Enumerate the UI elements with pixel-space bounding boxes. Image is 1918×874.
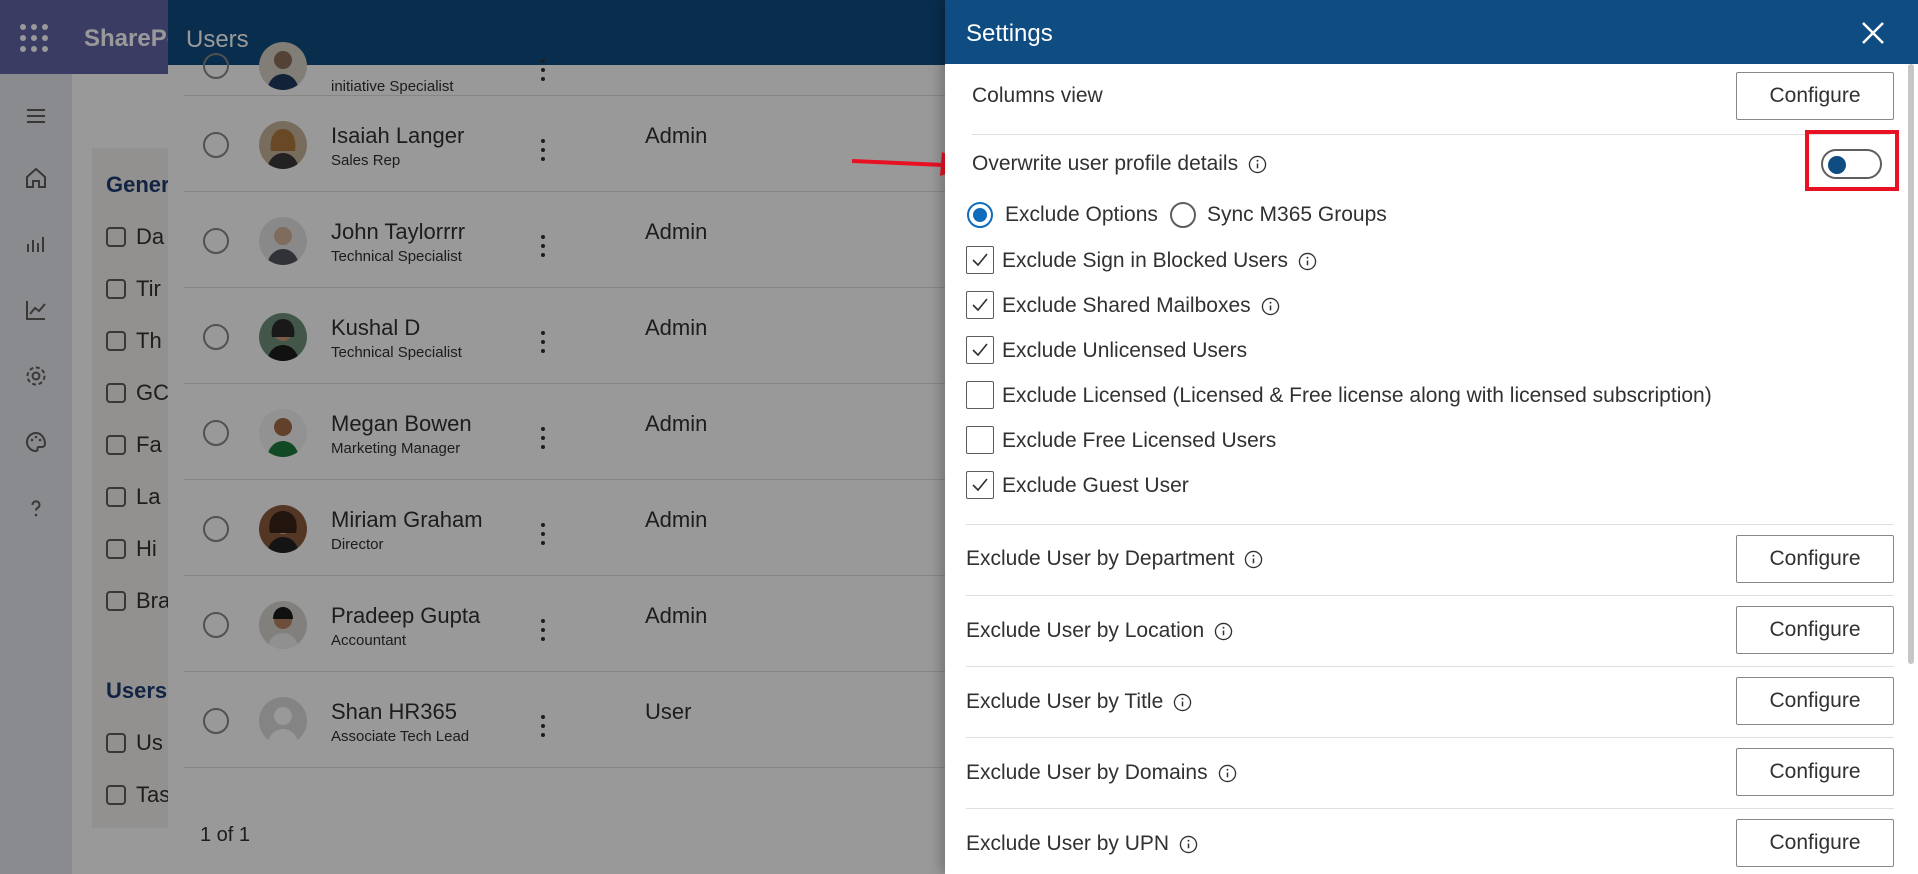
- exclude-shared-mailboxes-checkbox[interactable]: [966, 291, 994, 319]
- exclude-by-department-label: Exclude User by Department: [966, 547, 1235, 570]
- exclude-shared-mailboxes-row: Exclude Shared Mailboxes: [1002, 294, 1280, 318]
- exclude-sign-in-blocked-row: Exclude Sign in Blocked Users: [1002, 249, 1317, 273]
- exclude-by-location-configure-button[interactable]: Configure: [1736, 606, 1894, 654]
- toggle-knob: [1828, 156, 1846, 174]
- exclude-by-location-row: Exclude User by Location: [966, 619, 1233, 643]
- overwrite-profile-label: Overwrite user profile details: [972, 152, 1239, 175]
- exclude-options-radio[interactable]: [967, 202, 993, 228]
- info-icon[interactable]: [1248, 155, 1267, 174]
- settings-title: Settings: [966, 20, 1053, 47]
- checkmark-icon: [972, 253, 988, 267]
- divider: [966, 524, 1894, 525]
- info-icon[interactable]: [1261, 297, 1280, 316]
- divider: [972, 134, 1890, 135]
- sync-m365-groups-radio[interactable]: [1170, 202, 1196, 228]
- checkmark-icon: [972, 478, 988, 492]
- exclude-by-upn-row: Exclude User by UPN: [966, 832, 1198, 856]
- settings-scrollbar[interactable]: [1908, 64, 1914, 664]
- info-icon[interactable]: [1218, 764, 1237, 783]
- exclude-by-domains-row: Exclude User by Domains: [966, 761, 1237, 785]
- info-icon[interactable]: [1244, 550, 1263, 569]
- checkmark-icon: [972, 298, 988, 312]
- exclude-by-title-row: Exclude User by Title: [966, 690, 1192, 714]
- exclude-by-domains-configure-button[interactable]: Configure: [1736, 748, 1894, 796]
- exclude-by-title-label: Exclude User by Title: [966, 690, 1164, 713]
- divider: [966, 666, 1894, 667]
- info-icon[interactable]: [1214, 622, 1233, 641]
- modal-backdrop[interactable]: [0, 0, 945, 874]
- exclude-sign-in-blocked-label[interactable]: Exclude Sign in Blocked Users: [1002, 249, 1288, 273]
- exclude-by-upn-configure-button[interactable]: Configure: [1736, 819, 1894, 867]
- exclude-by-domains-label: Exclude User by Domains: [966, 761, 1208, 784]
- exclude-by-location-label: Exclude User by Location: [966, 619, 1205, 642]
- overwrite-profile-setting: Overwrite user profile details: [972, 152, 1267, 176]
- columns-view-label: Columns view: [972, 84, 1103, 107]
- exclude-sign-in-blocked-checkbox[interactable]: [966, 246, 994, 274]
- divider: [966, 808, 1894, 809]
- info-icon[interactable]: [1179, 835, 1198, 854]
- divider: [966, 737, 1894, 738]
- settings-header: Settings: [945, 0, 1918, 64]
- info-icon[interactable]: [1298, 252, 1317, 271]
- exclude-by-title-configure-button[interactable]: Configure: [1736, 677, 1894, 725]
- settings-panel: Settings Columns view Configure Overwrit…: [945, 0, 1918, 874]
- exclude-free-licensed-checkbox[interactable]: [966, 426, 994, 454]
- exclude-options-label[interactable]: Exclude Options: [1005, 203, 1158, 227]
- close-icon[interactable]: [1860, 20, 1886, 46]
- checkmark-icon: [972, 343, 988, 357]
- divider: [966, 595, 1894, 596]
- exclude-free-licensed-label[interactable]: Exclude Free Licensed Users: [1002, 429, 1276, 453]
- exclude-guest-user-label[interactable]: Exclude Guest User: [1002, 474, 1189, 498]
- exclude-unlicensed-label[interactable]: Exclude Unlicensed Users: [1002, 339, 1247, 363]
- exclude-licensed-label[interactable]: Exclude Licensed (Licensed & Free licens…: [1002, 384, 1712, 408]
- exclude-licensed-checkbox[interactable]: [966, 381, 994, 409]
- overwrite-profile-toggle[interactable]: [1821, 149, 1882, 179]
- exclude-by-department-configure-button[interactable]: Configure: [1736, 535, 1894, 583]
- exclude-unlicensed-checkbox[interactable]: [966, 336, 994, 364]
- exclude-guest-user-checkbox[interactable]: [966, 471, 994, 499]
- info-icon[interactable]: [1173, 693, 1192, 712]
- exclude-by-upn-label: Exclude User by UPN: [966, 832, 1170, 855]
- exclude-by-department-row: Exclude User by Department: [966, 547, 1263, 571]
- exclude-shared-mailboxes-label[interactable]: Exclude Shared Mailboxes: [1002, 294, 1251, 318]
- columns-view-configure-button[interactable]: Configure: [1736, 72, 1894, 120]
- sync-m365-groups-label[interactable]: Sync M365 Groups: [1207, 203, 1387, 227]
